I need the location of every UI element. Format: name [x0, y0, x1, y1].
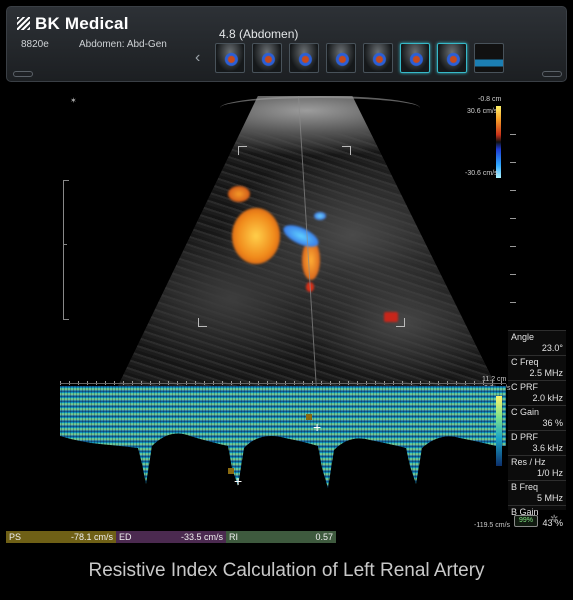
color-box-corner[interactable]	[238, 146, 247, 155]
study-label: 4.8 (Abdomen)	[219, 27, 299, 41]
color-flow-region	[228, 186, 250, 202]
right-indicator	[542, 71, 562, 77]
param-angle[interactable]: Angle 23.0°	[508, 330, 566, 355]
param-label: D PRF	[511, 432, 538, 442]
brand-logo: BK Medical	[17, 14, 129, 34]
measurement-label: RI	[229, 532, 238, 542]
brand-name: BK Medical	[35, 14, 129, 33]
param-value: 1/0 Hz	[536, 468, 563, 478]
color-box-corner[interactable]	[396, 318, 405, 327]
param-label: C PRF	[511, 382, 538, 392]
param-label: Angle	[511, 332, 535, 342]
orientation-marker-icon: ✶	[70, 96, 77, 105]
color-bar-min: -30.6 cm/s	[465, 170, 498, 177]
measurement-ri[interactable]: RI 0.57	[226, 531, 336, 543]
color-flow-region	[314, 212, 326, 220]
measurement-label: ED	[119, 532, 132, 542]
image-caption: Resistive Index Calculation of Left Rena…	[88, 560, 485, 581]
measurement-value: -78.1 cm/s	[70, 532, 113, 542]
bk-logo-icon	[17, 17, 30, 30]
param-value: 2.0 kHz	[532, 393, 563, 403]
ed-marker	[306, 414, 312, 420]
param-value: 3.6 kHz	[532, 443, 563, 453]
color-bar-max: 30.6 cm/s	[467, 108, 498, 115]
param-label: B Freq	[511, 482, 539, 492]
param-value: 36 %	[542, 418, 563, 428]
thumbnail-2[interactable]	[252, 43, 282, 73]
device-header: BK Medical 8820e Abdomen: Abd-Gen 4.8 (A…	[6, 6, 567, 82]
measurement-ed[interactable]: ED -33.5 cm/s	[116, 531, 226, 543]
thumbnail-1[interactable]	[215, 43, 245, 73]
measurement-value: 0.57	[315, 532, 333, 542]
measurement-bar: PS -78.1 cm/s ED -33.5 cm/s RI 0.57	[6, 531, 336, 543]
settings-gear-icon[interactable]: ✲	[550, 514, 558, 525]
param-c-gain[interactable]: C Gain 36 %	[508, 405, 566, 430]
param-res-hz[interactable]: Res / Hz 1/0 Hz	[508, 455, 566, 480]
ed-caliper-cross[interactable]: +	[313, 420, 321, 434]
color-box-corner[interactable]	[198, 318, 207, 327]
left-indicator	[13, 71, 33, 77]
param-c-prf[interactable]: C PRF 2.0 kHz	[508, 380, 566, 405]
ps-caliper-cross[interactable]: +	[234, 474, 242, 488]
thumbnail-3[interactable]	[289, 43, 319, 73]
thumbnail-strip	[215, 43, 504, 73]
parameter-panel: Angle 23.0° C Freq 2.5 MHz C PRF 2.0 kHz C …	[508, 330, 566, 528]
measurement-ps[interactable]: PS -78.1 cm/s	[6, 531, 116, 543]
thumbnail-4[interactable]	[326, 43, 356, 73]
skin-line	[220, 96, 420, 120]
param-value: 23.0°	[541, 343, 563, 353]
thumbnail-5[interactable]	[363, 43, 393, 73]
color-flow-region	[232, 208, 280, 264]
param-c-freq[interactable]: C Freq 2.5 MHz	[508, 355, 566, 380]
focus-marker	[63, 244, 67, 245]
spectral-waveform	[60, 386, 506, 488]
param-label: C Gain	[511, 407, 540, 417]
thumbnail-8[interactable]	[474, 43, 504, 73]
device-model: 8820e	[21, 39, 49, 50]
measurement-value: -33.5 cm/s	[180, 532, 223, 542]
focus-bracket	[63, 180, 69, 320]
spectral-doppler-trace[interactable]	[60, 386, 506, 524]
thumbnail-6[interactable]	[400, 43, 430, 73]
doppler-baseline[interactable]	[60, 383, 506, 384]
param-b-freq[interactable]: B Freq 5 MHz	[508, 480, 566, 505]
spectral-color-bar	[496, 396, 502, 466]
battery-indicator: 99%	[514, 515, 538, 527]
color-box-corner[interactable]	[342, 146, 351, 155]
color-bar-top: -0.8 cm	[478, 96, 502, 103]
color-velocity-bar	[496, 106, 501, 178]
param-label: C Freq	[511, 357, 539, 367]
param-value: 5 MHz	[536, 493, 563, 503]
chevron-left-icon[interactable]: ‹	[195, 49, 200, 67]
param-d-prf[interactable]: D PRF 3.6 kHz	[508, 430, 566, 455]
param-label: Res / Hz	[511, 457, 546, 467]
thumbnail-7[interactable]	[437, 43, 467, 73]
spectral-scale-bottom: -119.5 cm/s	[474, 522, 511, 529]
exam-preset[interactable]: Abdomen: Abd-Gen	[79, 39, 167, 50]
measurement-label: PS	[9, 532, 22, 542]
param-value: 2.5 MHz	[529, 368, 563, 378]
spectral-scale-top: 11.2 cm	[482, 376, 507, 383]
